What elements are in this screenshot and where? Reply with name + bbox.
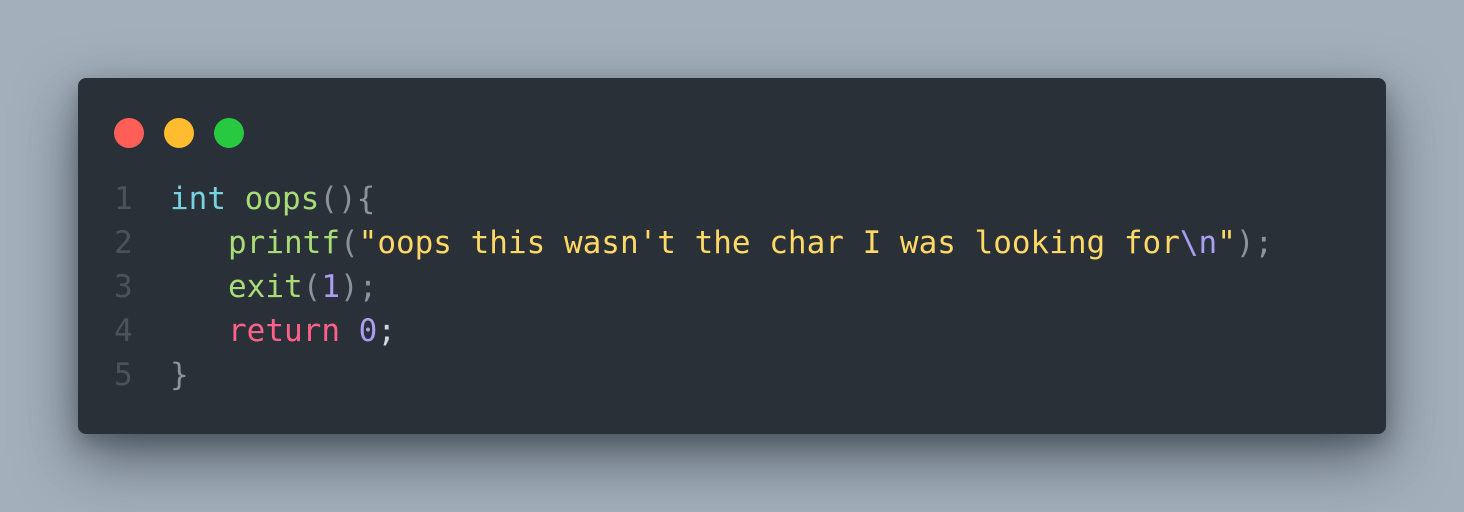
punctuation-token: (){ — [319, 181, 376, 217]
code-text: } — [170, 353, 189, 397]
function-token: exit — [228, 269, 303, 305]
code-line-1: 1 int oops(){ — [114, 177, 1356, 221]
number-token: 1 — [321, 269, 340, 305]
close-window-icon[interactable] — [114, 118, 144, 148]
keyword-token: return — [228, 313, 340, 349]
window-controls — [114, 118, 244, 148]
string-token: " — [1217, 225, 1236, 261]
punctuation-token: ( — [302, 269, 322, 305]
code-text: int oops(){ — [170, 177, 375, 221]
type-token: int — [170, 181, 226, 217]
code-block[interactable]: 1 int oops(){ 2 printf("oops this wasn't… — [114, 177, 1356, 397]
minimize-window-icon[interactable] — [164, 118, 194, 148]
code-window: 1 int oops(){ 2 printf("oops this wasn't… — [78, 78, 1386, 434]
punctuation-token: ); — [1235, 225, 1274, 261]
function-token: oops — [244, 181, 320, 217]
function-token: printf — [228, 225, 340, 261]
number-token: 0 — [358, 313, 378, 349]
line-number: 5 — [114, 357, 133, 393]
zoom-window-icon[interactable] — [214, 118, 244, 148]
line-number: 2 — [114, 225, 133, 261]
string-token: "oops this wasn't the char I was looking… — [358, 225, 1180, 261]
code-line-5: 5 } — [114, 353, 1356, 397]
line-number: 4 — [114, 313, 133, 349]
escape-token: \n — [1179, 225, 1218, 261]
punctuation-token: ( — [339, 225, 359, 261]
punctuation-token: } — [170, 357, 189, 393]
code-line-3: 3 exit(1); — [114, 265, 1356, 309]
code-text: exit(1); — [170, 265, 377, 309]
code-text: printf("oops this wasn't the char I was … — [170, 221, 1273, 265]
punctuation-token: ; — [377, 313, 396, 349]
code-line-4: 4 return 0; — [114, 309, 1356, 353]
line-number: 1 — [114, 181, 133, 217]
line-number: 3 — [114, 269, 133, 305]
code-line-2: 2 printf("oops this wasn't the char I wa… — [114, 221, 1356, 265]
code-text: return 0; — [170, 309, 396, 353]
punctuation-token: ); — [340, 269, 378, 305]
